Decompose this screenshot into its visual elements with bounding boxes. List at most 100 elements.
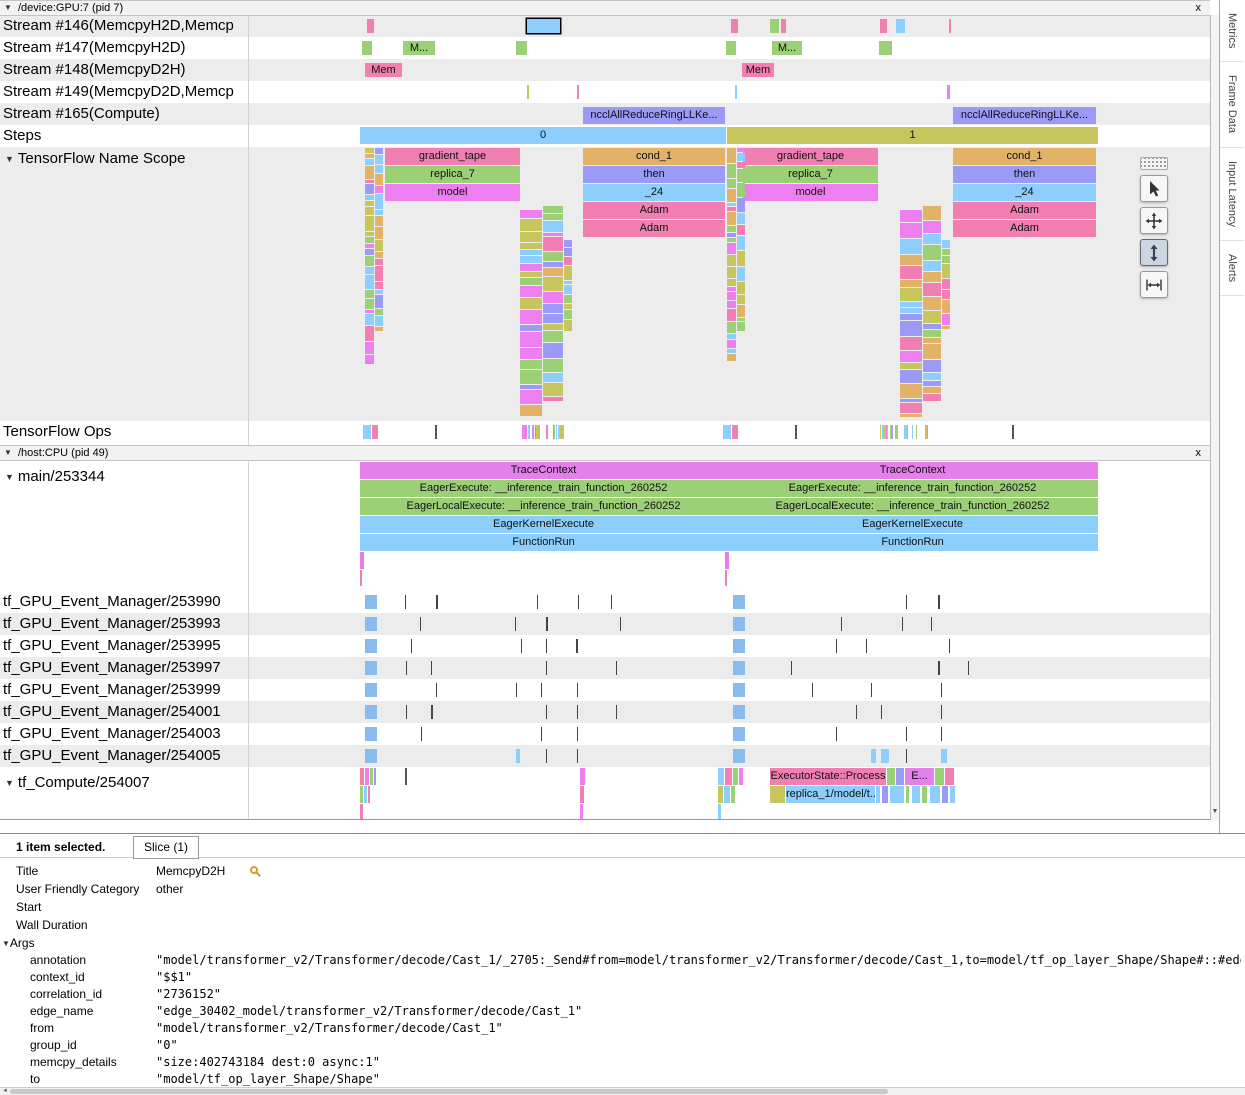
trace-slice[interactable]	[564, 248, 572, 256]
trace-slice[interactable]	[900, 414, 922, 417]
trace-slice[interactable]	[543, 214, 563, 220]
trace-slice[interactable]	[362, 41, 372, 55]
trace-slice[interactable]	[727, 334, 736, 339]
trace-slice[interactable]	[922, 786, 927, 803]
event-marker[interactable]	[791, 661, 792, 675]
trace-slice[interactable]	[923, 324, 941, 329]
tab-frame-data[interactable]: Frame Data	[1220, 62, 1244, 147]
trace-slice[interactable]	[532, 425, 534, 439]
trace-slice[interactable]	[770, 19, 779, 33]
event-marker[interactable]	[516, 683, 517, 697]
trace-slice[interactable]	[737, 267, 745, 281]
slice-memcpy-h2d[interactable]: M...	[403, 41, 435, 55]
event-marker[interactable]	[941, 683, 942, 697]
collapse-arrow-icon[interactable]: ▼	[5, 467, 14, 487]
trace-slice[interactable]	[895, 425, 898, 439]
trace-slice[interactable]	[375, 194, 383, 209]
trace-slice[interactable]	[930, 786, 940, 803]
trace-slice[interactable]	[365, 232, 374, 236]
trace-slice[interactable]	[375, 216, 383, 226]
trace-slice[interactable]	[561, 425, 564, 439]
trace-slice[interactable]	[900, 314, 922, 320]
trace-slice[interactable]	[520, 219, 542, 231]
trace-slice[interactable]	[916, 425, 917, 439]
trace-slice[interactable]	[375, 155, 383, 164]
close-button[interactable]: x	[1196, 446, 1202, 460]
trace-slice[interactable]	[365, 326, 374, 341]
event-marker[interactable]	[881, 749, 889, 763]
slice-memcpy-d2h[interactable]: Mem	[365, 63, 402, 77]
trace-slice[interactable]	[564, 281, 572, 284]
trace-slice[interactable]	[520, 310, 542, 324]
trace-slice[interactable]	[528, 425, 530, 439]
trace-slice[interactable]	[945, 768, 954, 785]
trace-slice[interactable]	[564, 320, 572, 331]
trace-slice[interactable]	[360, 786, 363, 803]
collapse-arrow-icon[interactable]: ▼	[5, 149, 14, 169]
trace-slice[interactable]	[364, 786, 367, 803]
event-marker[interactable]	[515, 617, 516, 631]
trace-slice[interactable]	[520, 385, 542, 389]
close-button[interactable]: x	[1196, 1, 1202, 15]
trace-slice[interactable]	[727, 148, 736, 163]
slice-adam[interactable]: Adam	[953, 220, 1096, 237]
trace-slice[interactable]	[543, 373, 563, 382]
trace-slice[interactable]	[727, 349, 736, 353]
event-marker[interactable]	[546, 705, 547, 719]
slice-memcpy-h2d[interactable]: M...	[772, 41, 802, 55]
trace-slice[interactable]	[900, 308, 922, 313]
trace-slice[interactable]	[727, 301, 736, 308]
trace-slice[interactable]	[365, 256, 374, 266]
slice-function-run[interactable]: FunctionRun	[727, 534, 1098, 551]
trace-slice[interactable]	[365, 275, 374, 289]
trace-slice[interactable]	[1012, 425, 1014, 439]
event-marker[interactable]	[968, 661, 969, 675]
trace-slice[interactable]	[520, 272, 542, 277]
event-marker[interactable]	[841, 617, 842, 631]
event-marker[interactable]	[578, 595, 579, 609]
trace-slice[interactable]	[520, 286, 542, 297]
slice-trace-context[interactable]: TraceContext	[360, 462, 727, 479]
scroll-down-arrow-icon[interactable]: ▼	[1211, 806, 1219, 818]
trace-slice[interactable]	[405, 768, 407, 785]
event-marker[interactable]	[866, 639, 867, 653]
event-marker[interactable]	[906, 595, 907, 609]
trace-slice[interactable]	[900, 370, 922, 383]
trace-slice[interactable]	[900, 210, 922, 222]
trace-slice[interactable]	[879, 41, 892, 55]
trace-slice[interactable]	[520, 232, 542, 242]
event-marker[interactable]	[546, 639, 547, 653]
trace-slice[interactable]	[520, 332, 542, 347]
trace-slice[interactable]	[727, 207, 736, 211]
timing-tool-button[interactable]	[1140, 271, 1168, 298]
event-marker[interactable]	[541, 727, 542, 741]
scroll-left-arrow-icon[interactable]: ◄	[0, 1088, 10, 1095]
trace-slice[interactable]	[900, 302, 922, 307]
slice-replica-7[interactable]: replica_7	[385, 166, 520, 183]
trace-slice[interactable]	[375, 186, 383, 193]
trace-slice[interactable]	[564, 266, 572, 280]
trace-slice[interactable]	[737, 305, 745, 317]
slice-adam[interactable]: Adam	[583, 202, 725, 219]
trace-slice[interactable]	[923, 297, 941, 310]
trace-slice[interactable]	[723, 425, 731, 439]
trace-slice[interactable]	[543, 252, 563, 261]
event-marker[interactable]	[411, 639, 412, 653]
trace-slice[interactable]	[883, 425, 886, 439]
trace-slice[interactable]	[374, 768, 376, 785]
trace-slice[interactable]	[725, 768, 732, 785]
trace-slice[interactable]	[526, 425, 527, 439]
trace-slice[interactable]	[942, 314, 950, 325]
trace-slice[interactable]	[731, 786, 735, 803]
trace-slice[interactable]	[900, 266, 922, 279]
trace-slice[interactable]	[795, 425, 797, 439]
trace-slice[interactable]	[727, 279, 736, 286]
trace-slice[interactable]	[770, 786, 785, 803]
trace-slice[interactable]	[520, 370, 542, 384]
trace-slice[interactable]	[727, 164, 736, 178]
event-marker[interactable]	[420, 617, 421, 631]
slice-trace-context[interactable]: TraceContext	[727, 462, 1098, 479]
event-marker[interactable]	[577, 749, 578, 763]
trace-slice[interactable]	[543, 277, 563, 291]
trace-slice[interactable]	[520, 250, 542, 255]
